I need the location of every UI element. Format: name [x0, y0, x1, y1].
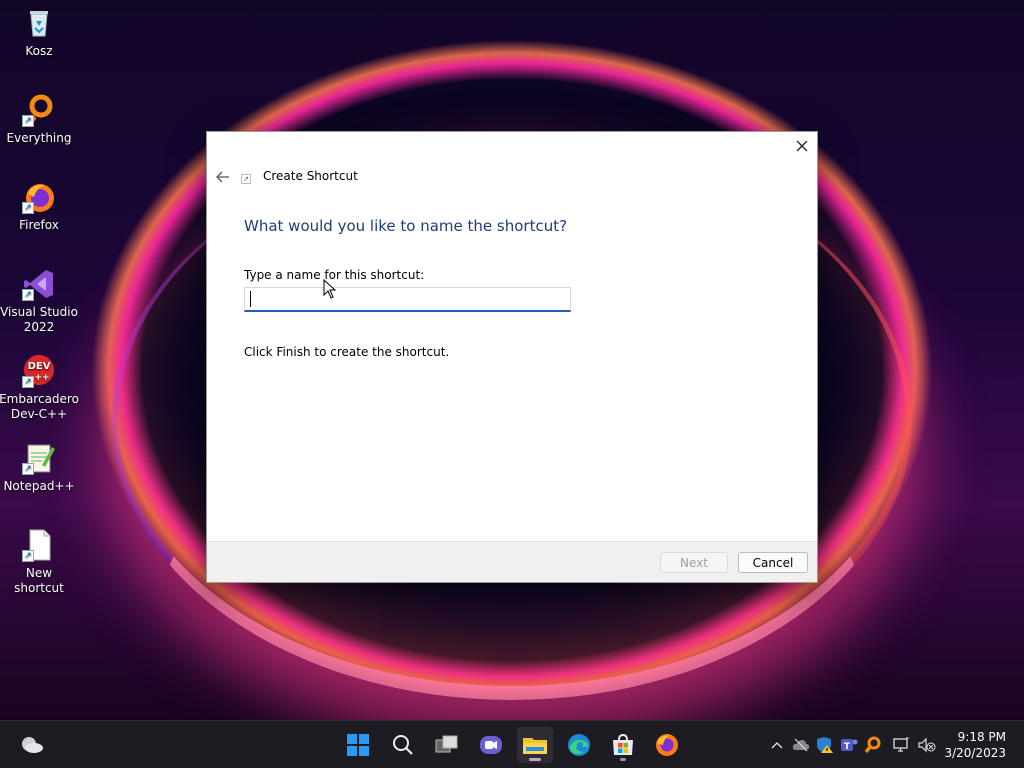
clock-time: 9:18 PM: [957, 730, 1006, 744]
desktop-icon-visual-studio[interactable]: ↗ Visual Studio 2022: [0, 267, 78, 335]
arrow-left-icon: [216, 171, 229, 183]
store-button[interactable]: [605, 727, 641, 763]
desktop-icon-new-shortcut[interactable]: ↗ New shortcut: [0, 528, 78, 596]
onedrive-offline-icon: [792, 738, 810, 752]
start-button[interactable]: [340, 727, 376, 763]
shield-warning-icon: [817, 737, 833, 753]
mouse-pointer-icon: [323, 279, 337, 299]
show-hidden-icons-button[interactable]: [767, 735, 787, 755]
visual-studio-icon: ↗: [22, 267, 56, 301]
desktop-icon-notepadpp[interactable]: ↗ Notepad++: [0, 441, 78, 494]
desktop-icon-label: Visual Studio 2022: [0, 305, 78, 334]
taskbar-clock[interactable]: 9:18 PM 3/20/2023: [944, 729, 1006, 761]
svg-text:++: ++: [34, 373, 49, 383]
start-icon: [347, 734, 369, 756]
desktop-icon-recycle-bin[interactable]: Kosz: [0, 6, 78, 59]
file-explorer-button[interactable]: [517, 727, 553, 763]
task-view-icon: [435, 735, 458, 753]
desktop-icon-label: Everything: [6, 131, 72, 145]
clock-date: 3/20/2023: [944, 746, 1006, 760]
volume-tray-button[interactable]: [917, 735, 937, 755]
desktop-icon-devcpp[interactable]: DEV ++ ↗ Embarcadero Dev-C++: [0, 354, 79, 422]
dialog-heading: What would you like to name the shortcut…: [244, 217, 568, 235]
everything-tray-button[interactable]: [863, 735, 883, 755]
task-view-button[interactable]: [429, 727, 465, 763]
svg-text:T: T: [844, 742, 851, 752]
search-icon: [393, 735, 413, 755]
teams-chat-button[interactable]: [473, 727, 509, 763]
close-button[interactable]: [787, 132, 817, 160]
dialog-title: Create Shortcut: [263, 169, 358, 183]
dialog-footer: Next Cancel: [207, 541, 817, 582]
security-tray-button[interactable]: [815, 735, 835, 755]
blank-file-shortcut-icon: ↗: [22, 528, 56, 562]
desktop-icon-label: Firefox: [19, 218, 59, 232]
shortcut-arrow-icon: ↗: [22, 550, 34, 562]
search-button[interactable]: [385, 727, 421, 763]
close-icon: [796, 140, 808, 152]
recycle-bin-icon: [22, 6, 56, 40]
devcpp-icon: DEV ++ ↗: [22, 354, 56, 388]
notepadpp-icon: ↗: [22, 441, 56, 475]
onedrive-tray-button[interactable]: [791, 735, 811, 755]
everything-search-icon: ↗: [22, 93, 56, 127]
edge-icon: [568, 734, 590, 756]
text-caret: [250, 291, 251, 307]
everything-search-icon: [864, 736, 881, 754]
desktop-icon-everything[interactable]: ↗ Everything: [0, 93, 78, 146]
shortcut-arrow-icon: ↗: [22, 289, 34, 301]
desktop-icon-label: Kosz: [25, 44, 53, 58]
file-explorer-icon: [523, 738, 547, 754]
next-button[interactable]: Next: [660, 552, 728, 573]
create-shortcut-dialog: ↗ Create Shortcut What would you like to…: [206, 131, 818, 583]
firefox-taskbar-button[interactable]: [649, 727, 685, 763]
shortcut-arrow-icon: ↗: [22, 115, 34, 127]
finish-instruction: Click Finish to create the shortcut.: [244, 345, 450, 359]
desktop-icon-label: Embarcadero Dev-C++: [0, 392, 79, 421]
svg-text:DEV: DEV: [28, 361, 51, 372]
taskbar: T 9:18 PM 3/20/2023: [0, 720, 1024, 768]
teams-icon: T: [841, 739, 858, 752]
shortcut-icon: ↗: [241, 174, 251, 184]
shortcut-name-input[interactable]: [244, 287, 571, 312]
active-indicator: [529, 758, 541, 761]
volume-muted-icon: [918, 737, 936, 753]
teams-chat-icon: [480, 736, 502, 754]
teams-tray-button[interactable]: T: [839, 735, 859, 755]
edge-button[interactable]: [561, 727, 597, 763]
widgets-button[interactable]: [14, 727, 50, 763]
shortcut-arrow-icon: ↗: [22, 463, 34, 475]
desktop-icon-label: Notepad++: [3, 479, 75, 493]
running-indicator: [620, 758, 626, 761]
shortcut-arrow-icon: ↗: [22, 202, 34, 214]
desktop-icon-firefox[interactable]: ↗ Firefox: [0, 180, 78, 233]
desktop-icon-label: New shortcut: [14, 566, 64, 595]
weather-cloud-icon: [22, 737, 43, 753]
cancel-button[interactable]: Cancel: [738, 552, 808, 573]
shortcut-arrow-icon: ↗: [22, 376, 34, 388]
firefox-icon: [656, 734, 678, 756]
store-icon: [613, 733, 633, 755]
chevron-up-icon: [771, 742, 783, 749]
firefox-icon: ↗: [22, 180, 56, 214]
network-icon: [893, 737, 909, 752]
back-button[interactable]: [213, 167, 233, 187]
network-tray-button[interactable]: [891, 735, 911, 755]
